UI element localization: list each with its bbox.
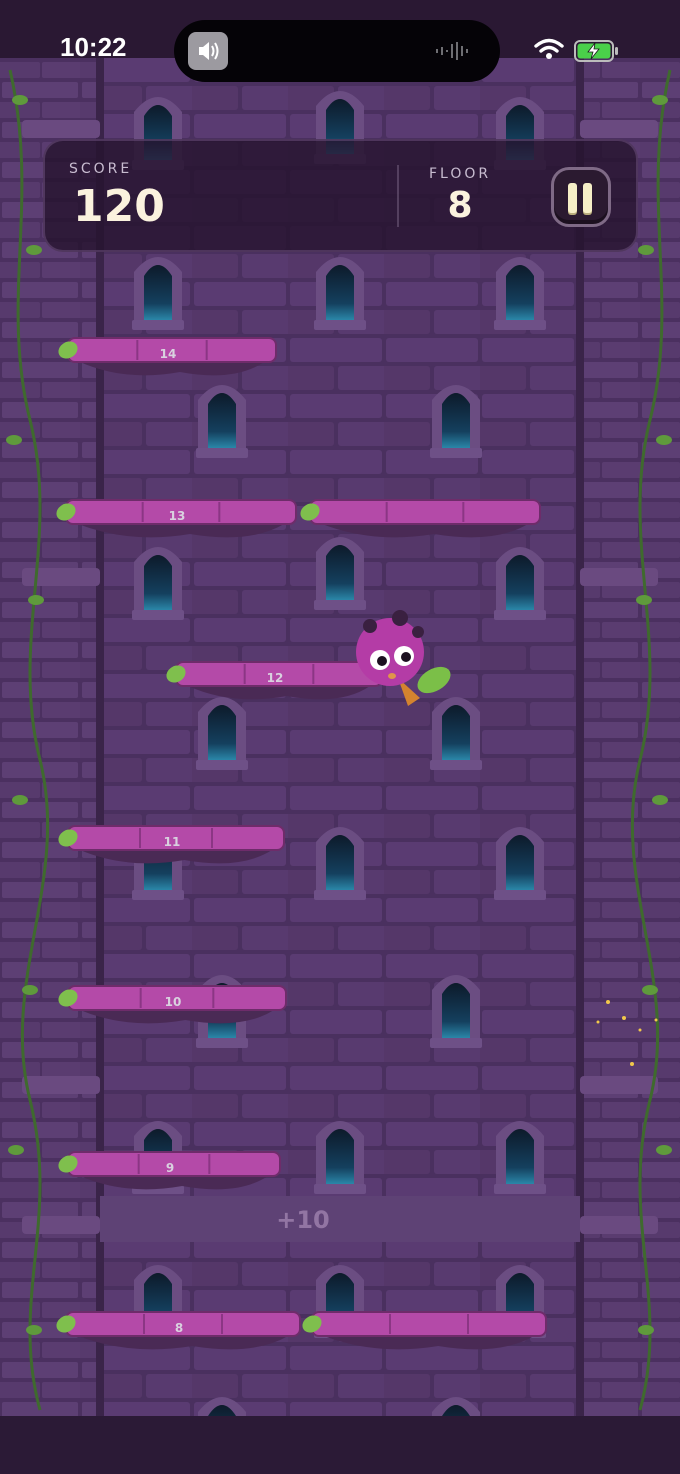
tower-window bbox=[314, 537, 366, 610]
tower-window bbox=[132, 547, 184, 620]
tower-window bbox=[314, 827, 366, 900]
speaker-icon bbox=[188, 32, 228, 70]
platform-floor-label: 8 bbox=[175, 1321, 183, 1335]
score-label: SCORE bbox=[69, 161, 133, 177]
status-time: 10:22 bbox=[60, 32, 127, 62]
tower-window bbox=[494, 547, 546, 620]
game-stage[interactable]: 14 13 12 11 10 9 8 10:22 SCORE 120 FLOOR… bbox=[0, 0, 680, 1474]
audio-waves-icon bbox=[436, 42, 468, 60]
platform-floor-label: 13 bbox=[169, 509, 186, 523]
hud-divider bbox=[397, 165, 399, 227]
bonus-score-popup: +10 bbox=[276, 1206, 330, 1234]
tower-window bbox=[132, 257, 184, 330]
tower-window bbox=[196, 697, 248, 770]
wifi-icon bbox=[534, 38, 564, 59]
platform-floor-label: 9 bbox=[166, 1161, 174, 1175]
pause-button[interactable] bbox=[551, 167, 611, 227]
dynamic-island bbox=[174, 20, 500, 82]
platform-floor-label: 12 bbox=[267, 671, 284, 685]
score-hud: SCORE 120 FLOOR 8 bbox=[43, 139, 638, 252]
tower-window bbox=[196, 385, 248, 458]
tower-window bbox=[494, 827, 546, 900]
tower-window bbox=[494, 257, 546, 330]
floor-label: FLOOR bbox=[429, 166, 492, 182]
score-value: 120 bbox=[73, 181, 165, 232]
tower-window bbox=[314, 1121, 366, 1194]
pause-icon bbox=[568, 183, 594, 213]
platform-floor-label: 11 bbox=[164, 835, 181, 849]
platform-floor-label: 14 bbox=[160, 347, 177, 361]
tower-window bbox=[314, 257, 366, 330]
platform-floor-label: 10 bbox=[165, 995, 182, 1009]
tower-window bbox=[430, 697, 482, 770]
tower-window bbox=[430, 385, 482, 458]
bottom-safe-area bbox=[0, 1416, 680, 1474]
tower-window bbox=[494, 1121, 546, 1194]
battery-charging-icon bbox=[574, 40, 618, 62]
tower-window bbox=[430, 975, 482, 1048]
floor-value: 8 bbox=[447, 185, 473, 226]
